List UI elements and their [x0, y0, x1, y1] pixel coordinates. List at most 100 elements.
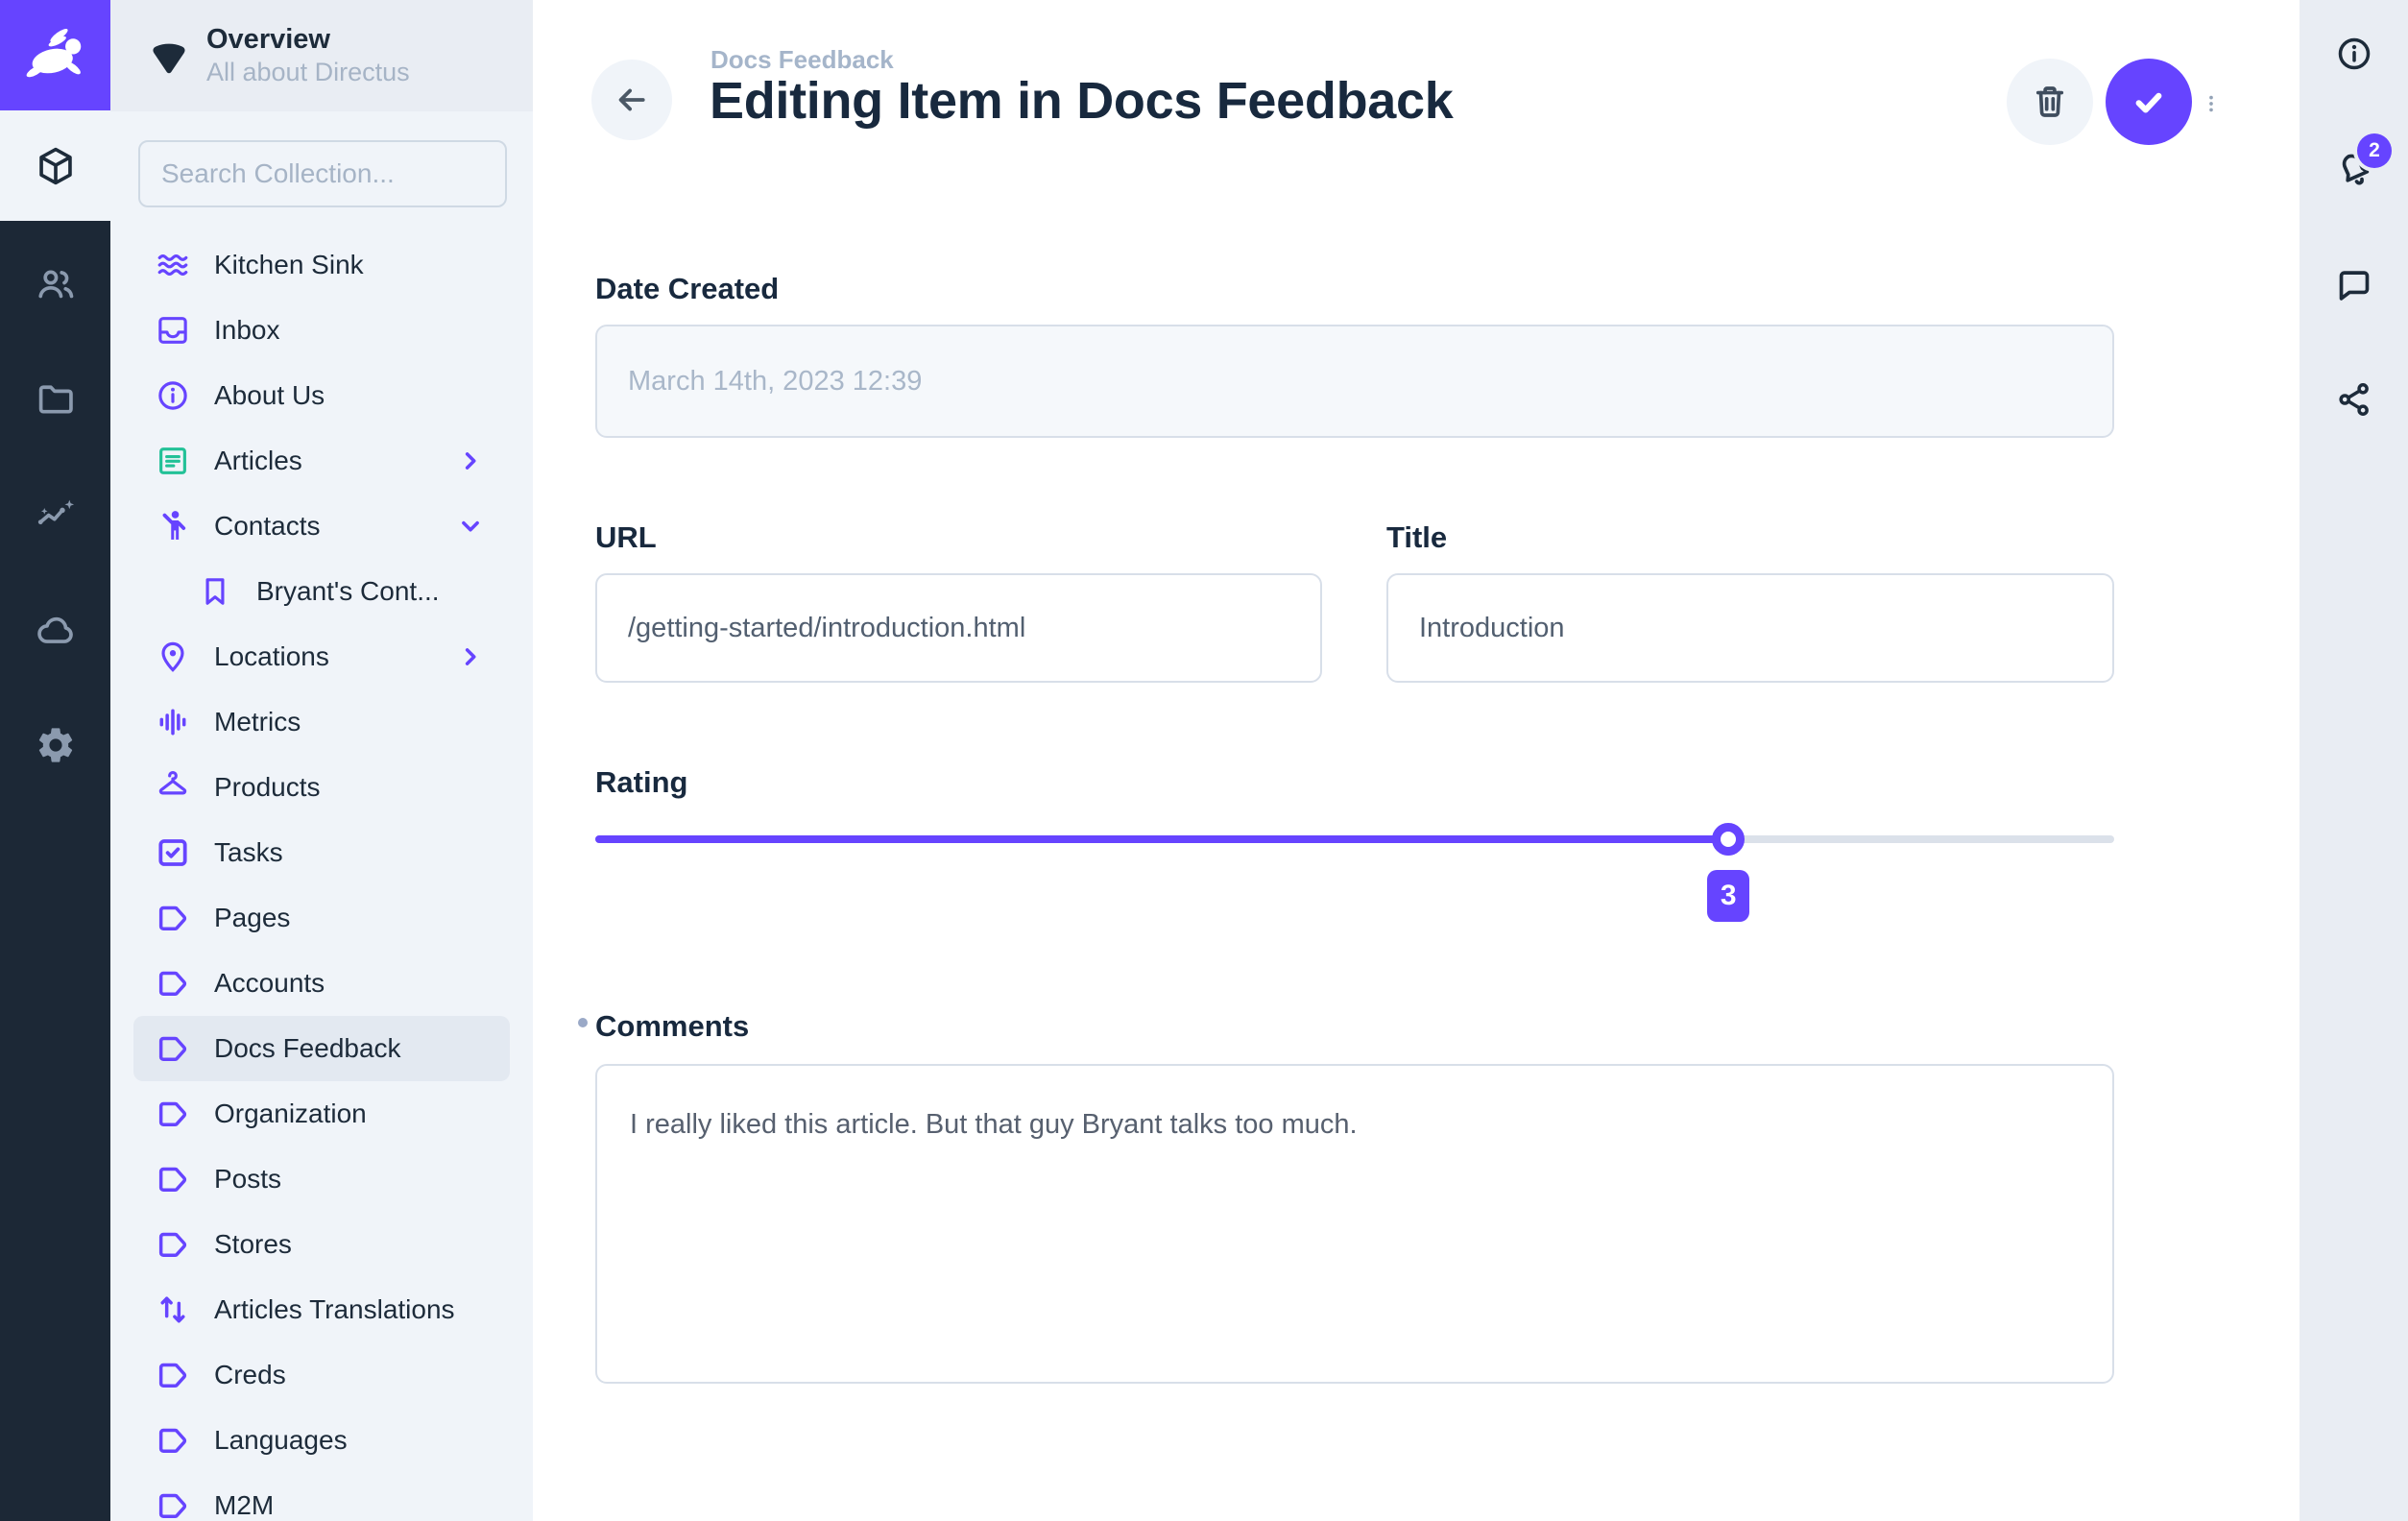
rating-slider-thumb[interactable] — [1712, 823, 1745, 856]
rating-label: Rating — [595, 765, 687, 800]
task-icon — [155, 834, 191, 871]
sidebar-item-label: M2M — [214, 1490, 485, 1521]
sidebar-item-label: Inbox — [214, 315, 485, 346]
comment-icon — [2334, 264, 2374, 304]
module-settings[interactable] — [0, 688, 110, 803]
sidebar-item-about-us[interactable]: About Us — [133, 363, 510, 428]
sidebar-item-docs-feedback[interactable]: Docs Feedback — [133, 1016, 510, 1081]
save-button[interactable] — [2106, 59, 2192, 145]
sidebar-item-inbox[interactable]: Inbox — [133, 298, 510, 363]
cube-icon — [34, 144, 78, 188]
sidebar-item-organization[interactable]: Organization — [133, 1081, 510, 1147]
rightbar-item-info-button[interactable] — [2300, 34, 2408, 74]
delete-button[interactable] — [2007, 59, 2093, 145]
sidebar-item-label: Docs Feedback — [214, 1033, 485, 1064]
settings-icon — [35, 724, 77, 766]
sidebar-item-posts[interactable]: Posts — [133, 1147, 510, 1212]
sidebar-item-kitchen-sink[interactable]: Kitchen Sink — [133, 232, 510, 298]
module-bar — [0, 0, 110, 1521]
sidebar-item-metrics[interactable]: Metrics — [133, 689, 510, 755]
module-cloud[interactable] — [0, 572, 110, 688]
chevron-down-icon[interactable] — [456, 512, 485, 541]
title-input[interactable] — [1386, 573, 2114, 683]
title-label: Title — [1386, 520, 1447, 555]
notifications-badge: 2 — [2357, 133, 2392, 168]
label-icon — [155, 1096, 191, 1132]
sidebar-item-articles[interactable]: Articles — [133, 428, 510, 494]
module-users[interactable] — [0, 227, 110, 342]
sidebar-item-label: Bryant's Cont... — [256, 576, 485, 607]
sidebar-header-text: Overview All about Directus — [206, 23, 410, 89]
sidebar-item-label: Creds — [214, 1360, 485, 1390]
main-content: Docs Feedback Editing Item in Docs Feedb… — [533, 0, 2300, 1521]
sidebar-item-label: Accounts — [214, 968, 485, 999]
sidebar-item-bryant-s-cont[interactable]: Bryant's Cont... — [133, 559, 510, 624]
sidebar-subtitle: All about Directus — [206, 57, 410, 89]
sidebar-item-creds[interactable]: Creds — [133, 1342, 510, 1408]
more-options-button[interactable] — [2200, 79, 2223, 129]
waves-icon — [155, 247, 191, 283]
sidebar-item-locations[interactable]: Locations — [133, 624, 510, 689]
rightbar-comments-button[interactable] — [2300, 264, 2408, 304]
rabbit-icon — [22, 22, 89, 89]
label-icon — [155, 1422, 191, 1459]
rating-value-tooltip: 3 — [1707, 870, 1749, 922]
date-created-label: Date Created — [595, 272, 779, 306]
inbox-icon — [155, 312, 191, 349]
sidebar-item-contacts[interactable]: Contacts — [133, 494, 510, 559]
comments-edited-dot — [578, 1018, 588, 1027]
equalizer-icon — [155, 704, 191, 740]
rating-slider[interactable]: 3 — [595, 811, 2114, 936]
label-icon — [155, 1357, 191, 1393]
sidebar-item-m2m[interactable]: M2M — [133, 1473, 510, 1521]
sidebar-item-label: Articles — [214, 446, 456, 476]
label-icon — [155, 1487, 191, 1521]
directus-app: Overview All about Directus Kitchen Sink… — [0, 0, 2408, 1521]
dots-vertical-icon — [2201, 80, 2222, 128]
sidebar-item-label: Posts — [214, 1164, 485, 1195]
label-icon — [155, 900, 191, 936]
cloud-icon — [35, 609, 77, 651]
insights-icon — [35, 494, 77, 536]
rightbar-notifications-button[interactable]: 2 — [2300, 149, 2408, 189]
sidebar-header[interactable]: Overview All about Directus — [110, 0, 533, 111]
sidebar-item-label: Locations — [214, 641, 456, 672]
back-button[interactable] — [591, 60, 672, 140]
sidebar-item-tasks[interactable]: Tasks — [133, 820, 510, 885]
sidebar-item-stores[interactable]: Stores — [133, 1212, 510, 1277]
sidebar-item-label: Tasks — [214, 837, 485, 868]
sidebar-item-label: Metrics — [214, 707, 485, 737]
page-title: Editing Item in Docs Feedback — [710, 71, 1453, 131]
comments-textarea[interactable]: I really liked this article. But that gu… — [595, 1064, 2114, 1384]
sidebar-item-label: About Us — [214, 380, 485, 411]
article-icon — [155, 443, 191, 479]
sidebar-item-pages[interactable]: Pages — [133, 885, 510, 951]
sidebar-item-articles-translations[interactable]: Articles Translations — [133, 1277, 510, 1342]
date-created-input[interactable] — [595, 325, 2114, 438]
sidebar-item-languages[interactable]: Languages — [133, 1408, 510, 1473]
folder-icon — [35, 378, 77, 421]
sidebar-item-label: Products — [214, 772, 485, 803]
fan-icon — [147, 34, 191, 78]
module-content-active[interactable] — [0, 110, 110, 221]
app-logo[interactable] — [0, 0, 110, 110]
person-waving-icon — [155, 508, 191, 544]
comments-label: Comments — [595, 1009, 749, 1044]
chevron-right-icon[interactable] — [456, 642, 485, 671]
module-folder[interactable] — [0, 342, 110, 457]
sidebar-item-label: Stores — [214, 1229, 485, 1260]
module-insights[interactable] — [0, 457, 110, 572]
trash-icon — [2030, 82, 2070, 122]
sidebar-item-accounts[interactable]: Accounts — [133, 951, 510, 1016]
rightbar-share-button[interactable] — [2300, 379, 2408, 420]
rating-value: 3 — [1721, 880, 1737, 912]
sidebar-item-products[interactable]: Products — [133, 755, 510, 820]
place-icon — [155, 639, 191, 675]
collection-search — [138, 140, 507, 207]
chevron-right-icon[interactable] — [456, 447, 485, 475]
collection-search-input[interactable] — [140, 142, 505, 205]
sidebar-title: Overview — [206, 23, 410, 57]
url-input[interactable] — [595, 573, 1322, 683]
sidebar-item-label: Kitchen Sink — [214, 250, 485, 280]
label-icon — [155, 1226, 191, 1263]
